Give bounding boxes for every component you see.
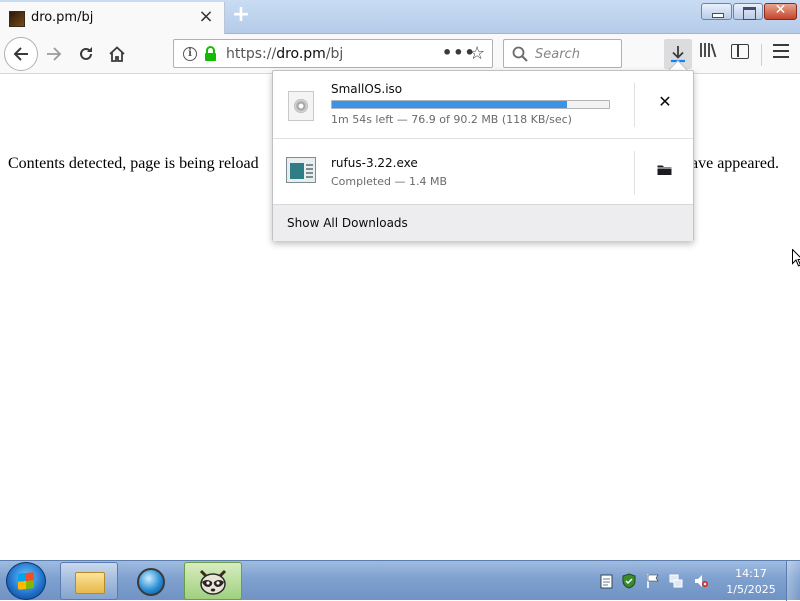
- new-tab-button[interactable]: +: [229, 4, 253, 28]
- downloads-panel: SmallOS.iso 1m 54s left — 76.9 of 90.2 M…: [272, 70, 694, 241]
- title-bar: dro.pm/bj × + ✕: [0, 0, 800, 34]
- folder-icon: [75, 572, 105, 594]
- open-containing-folder-button[interactable]: [651, 156, 679, 184]
- sidebar-toggle-icon[interactable]: [731, 44, 749, 59]
- start-button[interactable]: [6, 562, 46, 600]
- notes-icon[interactable]: [600, 573, 614, 589]
- download-action-separator: [634, 83, 635, 127]
- forward-button[interactable]: [39, 39, 69, 69]
- window-maximize-button[interactable]: [733, 3, 763, 20]
- download-action-separator: [634, 151, 635, 195]
- hamburger-menu-icon[interactable]: [773, 44, 789, 62]
- arrow-left-icon: [13, 47, 28, 61]
- close-icon: ✕: [774, 2, 787, 18]
- mouse-cursor-icon: [792, 249, 800, 267]
- library-icon: [700, 43, 717, 58]
- download-status: 1m 54s left — 76.9 of 90.2 MB (118 KB/se…: [331, 113, 572, 126]
- search-bar[interactable]: [503, 39, 622, 68]
- security-shield-icon[interactable]: [622, 573, 636, 589]
- show-desktop-button[interactable]: [786, 561, 800, 601]
- lock-icon: [205, 46, 216, 61]
- clock-time[interactable]: 14:17: [726, 567, 776, 580]
- taskbar-explorer-button[interactable]: [60, 562, 118, 600]
- search-input[interactable]: [535, 45, 619, 63]
- taskbar: 14:17 1/5/2025: [0, 560, 800, 601]
- home-icon: [109, 46, 125, 62]
- show-all-downloads-footer[interactable]: Show All Downloads: [273, 204, 693, 241]
- search-icon: [512, 46, 528, 62]
- url-host: dro.pm: [276, 46, 326, 62]
- url-text[interactable]: https://dro.pm/bj: [226, 46, 343, 62]
- reload-button[interactable]: [71, 39, 101, 69]
- tab-close-icon[interactable]: ×: [196, 8, 216, 28]
- globe-icon: [137, 568, 165, 596]
- raccoon-icon: [199, 569, 227, 595]
- download-progress-fill: [332, 101, 568, 108]
- bookmark-star-icon[interactable]: ☆: [469, 43, 485, 64]
- clock-date[interactable]: 1/5/2025: [720, 583, 782, 596]
- folder-icon: [657, 165, 672, 175]
- tab-favicon-icon: [9, 11, 25, 27]
- info-icon[interactable]: i: [183, 47, 197, 61]
- page-message-left: Contents detected, page is being reload: [8, 155, 259, 172]
- back-button[interactable]: [4, 37, 38, 71]
- url-prefix: https://: [226, 46, 277, 62]
- tab-title: dro.pm/bj: [31, 10, 94, 25]
- taskbar-browser-button[interactable]: [122, 562, 180, 600]
- iso-file-icon: [288, 91, 314, 121]
- url-bar[interactable]: i https://dro.pm/bj ••• ☆: [173, 39, 493, 68]
- download-item[interactable]: SmallOS.iso 1m 54s left — 76.9 of 90.2 M…: [273, 71, 693, 137]
- window-close-button[interactable]: ✕: [764, 2, 797, 20]
- network-icon[interactable]: [669, 573, 683, 589]
- cancel-download-button[interactable]: ✕: [651, 88, 679, 116]
- download-filename: SmallOS.iso: [331, 82, 403, 96]
- volume-muted-icon[interactable]: [694, 573, 708, 589]
- home-button[interactable]: [102, 39, 132, 69]
- action-center-flag-icon[interactable]: [646, 573, 660, 589]
- reload-icon: [80, 47, 92, 60]
- show-all-downloads-button[interactable]: Show All Downloads: [287, 216, 408, 230]
- taskbar-active-app-button[interactable]: [184, 562, 242, 600]
- page-message-right: have appeared.: [683, 155, 779, 172]
- toolbar-separator: [761, 44, 762, 66]
- download-item[interactable]: rufus-3.22.exe Completed — 1.4 MB: [273, 138, 693, 204]
- window-minimize-button[interactable]: [701, 3, 732, 20]
- exe-file-icon: [286, 157, 316, 183]
- library-button[interactable]: [699, 42, 717, 63]
- download-status: Completed — 1.4 MB: [331, 175, 448, 188]
- download-filename: rufus-3.22.exe: [331, 156, 418, 170]
- browser-tab[interactable]: dro.pm/bj ×: [0, 2, 225, 34]
- download-progress-bar: [331, 100, 610, 109]
- url-path: /bj: [325, 46, 344, 62]
- arrow-right-icon: [47, 47, 62, 61]
